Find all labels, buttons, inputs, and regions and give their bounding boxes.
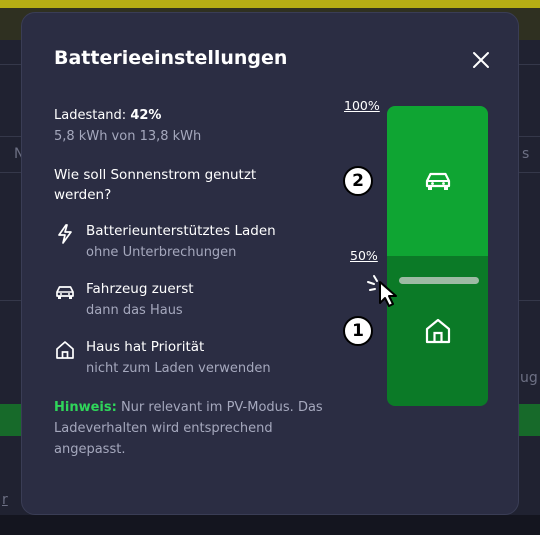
option-title: Haus hat Priorität [86,339,205,355]
option-subtitle: nicht zum Laden verwenden [86,361,271,376]
car-icon [425,172,451,190]
background-text: s [522,146,530,162]
charge-value: 42% [130,108,162,123]
hint-label: Hinweis: [54,400,117,415]
pointer-cursor-icon [367,275,397,307]
car-icon [56,286,74,299]
close-button[interactable] [468,47,494,73]
hint-note: Hinweis: Nur relevant im PV-Modus. Das L… [54,397,334,460]
modal-title: Batterieeinstellungen [54,47,288,69]
label-100-percent: 100% [344,98,380,113]
threshold-slider-handle[interactable] [399,277,479,284]
house-icon [56,341,74,359]
close-icon [473,52,489,68]
option-title: Fahrzeug zuerst [86,281,194,297]
background-text: ug [520,370,538,386]
energy-text: 5,8 kWh von 13,8 kWh [54,129,202,144]
step-badge-1: 1 [343,316,373,346]
battery-bar[interactable] [387,106,488,406]
option-subtitle: dann das Haus [86,303,183,318]
option-subtitle: ohne Unterbrechungen [86,245,237,260]
step-badge-2: 2 [343,166,373,196]
background-text: r [2,492,8,508]
battery-settings-modal: Batterieeinstellungen Ladestand: 42% 5,8… [21,12,519,515]
usage-question: Wie soll Sonnenstrom genutzt werden? [54,167,257,203]
background-footer [0,515,540,535]
charge-label: Ladestand: [54,108,127,123]
background-topbar-stripe [0,0,540,8]
bolt-icon [58,224,72,244]
charge-level: Ladestand: 42% [54,108,161,123]
option-title: Batterieunterstütztes Laden [86,223,276,239]
house-icon [425,318,451,344]
label-50-percent: 50% [350,248,378,263]
